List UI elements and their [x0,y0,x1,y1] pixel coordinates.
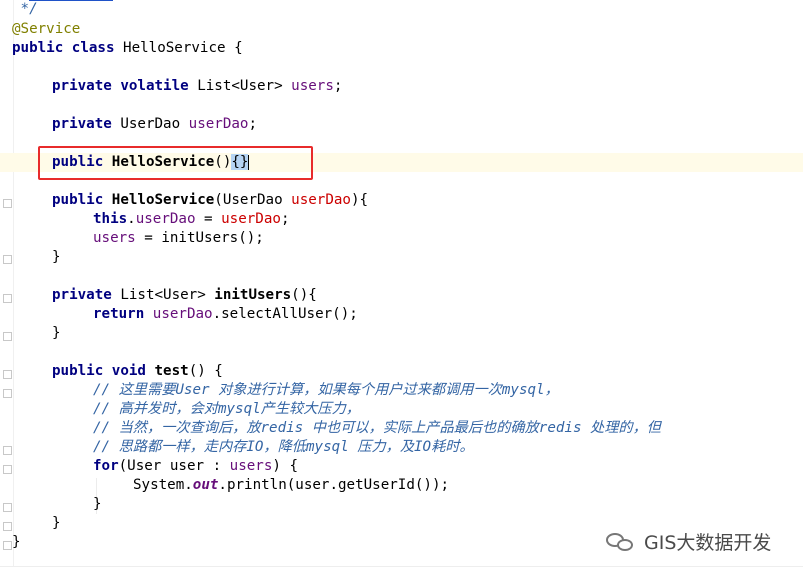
code-line: public class HelloService { [12,39,243,58]
code-line: @Service [12,20,80,39]
field-name: users [291,78,334,94]
semicolon: ; [280,211,290,227]
comment-text: 对象进行计算，如果每个用户过来都调用一次 [209,382,502,398]
keyword: public void [52,363,146,379]
field-name: userDao [152,306,213,322]
dot: . [127,211,136,227]
statement: .println(user.getUserId()); [218,477,450,493]
comment-text: 中也可以，实际上产品最后也的确放 [303,420,539,436]
code-line: private UserDao userDao; [52,115,257,134]
semicolon: ; [248,116,258,132]
param-name: userDao [221,211,281,227]
code-line: } [52,248,61,267]
comment-code: redis [538,420,582,436]
keyword: public class [12,40,115,56]
field-name: userDao [188,116,249,132]
comment-code: mysql [306,439,349,455]
type-name: List<User> [111,287,215,303]
paren: ) { [272,458,299,474]
keyword: private volatile [52,78,189,94]
statement: (User user : [118,458,230,474]
code-line: private volatile List<User> users; [52,77,342,96]
code-line: */ [12,0,38,19]
brace: } [52,325,61,341]
code-editor[interactable]: */ @Service public class HelloService { … [0,0,803,575]
comment-text: 压力，及IO耗时。 [348,439,474,455]
brace: } [12,534,21,550]
comment-line: // 高并发时，会对mysql产生较大压力， [93,400,360,419]
comment-code: mysql [217,401,261,417]
brace: { [225,40,243,56]
code-line: users = initUsers(); [93,229,264,248]
code-line: public HelloService(UserDao userDao){ [52,191,368,210]
code-line: } [93,495,102,514]
class-name: HelloService [114,40,226,56]
statement: .selectAllUser(); [212,306,358,322]
comment-code: redis [260,420,304,436]
method-name: test [145,363,189,379]
comment-text: ，降低 [263,439,306,455]
comment-text: 处理的，但 [581,420,661,436]
code-line: } [52,514,61,533]
field-name: users [229,458,273,474]
code-line: } [12,533,21,552]
paren: () { [188,363,223,379]
comment-line: // 这里需要User 对象进行计算，如果每个用户过来都调用一次mysql， [93,381,559,400]
code-line: } [52,324,61,343]
operator: = [195,211,222,227]
field-name: userDao [135,211,196,227]
brace: } [52,249,61,265]
comment-text: // 这里需要 [93,382,176,398]
code-line: this.userDao = userDao; [93,210,289,229]
semicolon: ; [333,78,343,94]
watermark: GIS大数据开发 [604,528,771,555]
comment-code: User [175,382,210,398]
static-field: out [192,477,219,493]
comment-code: IO [246,439,264,455]
keyword: this [93,211,128,227]
keyword: private [52,116,112,132]
class-ref: System. [133,477,193,493]
wechat-icon [604,530,638,554]
comment-text: 产生较大压力， [260,401,360,417]
field-name: users [93,230,136,246]
keyword: public [52,192,104,208]
paren: ){ [350,192,369,208]
brace: } [52,515,61,531]
comment-code: mysql [501,382,545,398]
watermark-text: GIS大数据开发 [644,532,772,554]
comment-text: // 高并发时，会对 [93,401,218,417]
comment-text: ， [544,382,559,398]
param-name: userDao [291,192,351,208]
code-line: return userDao.selectAllUser(); [93,305,358,324]
comment-text: // 当然，一次查询后，放 [93,420,261,436]
comment-line: // 思路都一样，走内存IO，降低mysql 压力，及IO耗时。 [93,438,474,457]
brace: } [93,496,102,512]
code-line: public void test() { [52,362,223,381]
comment-line: // 当然，一次查询后，放redis 中也可以，实际上产品最后也的确放redis… [93,419,661,438]
annotation-highlight-box [38,146,313,180]
comment-text: */ [12,1,38,17]
type-name: UserDao [111,116,189,132]
code-line: System.out.println(user.getUserId()); [133,476,449,495]
keyword: for [93,458,119,474]
annotation: @Service [12,21,81,37]
method-name: initUsers [214,287,292,303]
keyword: private [52,287,112,303]
code-line: for(User user : users) { [93,457,298,476]
comment-text: // 思路都一样，走内存 [93,439,247,455]
type-name: List<User> [188,78,292,94]
param-type: (UserDao [214,192,292,208]
code-line: private List<User> initUsers(){ [52,286,317,305]
paren: (){ [291,287,317,303]
constructor-name: HelloService [103,192,215,208]
keyword: return [93,306,145,322]
statement: = initUsers(); [135,230,264,246]
